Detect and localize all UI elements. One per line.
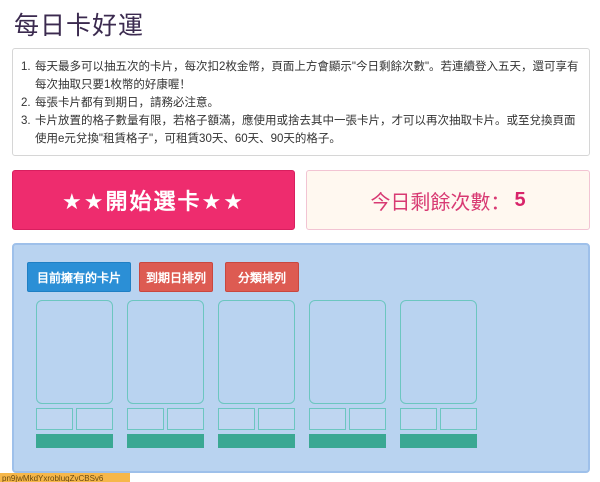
start-draw-label: ★★開始選卡★★	[62, 189, 245, 214]
tab-sort-by-expiry[interactable]: 到期日排列	[139, 262, 213, 292]
rules-list: 1. 每天最多可以抽五次的卡片，每次扣2枚金幣，頁面上方會顯示"今日剩餘次數"。…	[21, 58, 579, 148]
card-slot[interactable]	[400, 300, 477, 448]
card-status-bar	[309, 434, 386, 448]
card-slot[interactable]	[309, 300, 386, 448]
card-status-bar	[127, 434, 204, 448]
card-frame[interactable]	[127, 300, 204, 404]
rule-number: 1.	[21, 61, 31, 73]
card-action-row	[36, 408, 113, 430]
card-action-left[interactable]	[400, 408, 437, 430]
tab-expire-label: 到期日排列	[145, 270, 206, 285]
tab-owned-label: 目前擁有的卡片	[36, 270, 121, 285]
card-frame[interactable]	[309, 300, 386, 404]
card-action-right[interactable]	[76, 408, 113, 430]
card-frame[interactable]	[400, 300, 477, 404]
rule-item: 2. 每張卡片都有到期日，請務必注意。	[21, 94, 579, 112]
card-action-row	[218, 408, 295, 430]
card-action-row	[400, 408, 477, 430]
card-frame[interactable]	[36, 300, 113, 404]
start-draw-button[interactable]: ★★開始選卡★★	[12, 170, 295, 230]
card-action-left[interactable]	[36, 408, 73, 430]
tab-owned-cards[interactable]: 目前擁有的卡片	[27, 262, 131, 292]
rule-text: 卡片放置的格子數量有限，若格子額滿，應使用或捨去其中一張卡片，才可以再次抽取卡片…	[35, 115, 576, 145]
rule-text: 每張卡片都有到期日，請務必注意。	[35, 97, 219, 109]
page-title: 每日卡好運	[14, 12, 145, 40]
remaining-label: 今日剩餘次數：	[370, 191, 511, 214]
rule-text: 每天最多可以抽五次的卡片，每次扣2枚金幣，頁面上方會顯示"今日剩餘次數"。若連續…	[35, 61, 579, 91]
card-status-bar	[218, 434, 295, 448]
card-slot[interactable]	[218, 300, 295, 448]
rule-number: 2.	[21, 97, 31, 109]
card-action-right[interactable]	[258, 408, 295, 430]
card-action-right[interactable]	[349, 408, 386, 430]
card-slot[interactable]	[127, 300, 204, 448]
card-action-left[interactable]	[218, 408, 255, 430]
footer-tag: pn9jwMkdYxrobluqZvCBSv6	[0, 473, 130, 482]
rule-item: 3. 卡片放置的格子數量有限，若格子額滿，應使用或捨去其中一張卡片，才可以再次抽…	[21, 112, 579, 148]
card-action-row	[309, 408, 386, 430]
card-status-bar	[36, 434, 113, 448]
card-frame[interactable]	[218, 300, 295, 404]
card-area: 目前擁有的卡片 到期日排列 分類排列	[12, 243, 590, 473]
tab-sort-by-category[interactable]: 分類排列	[225, 262, 299, 292]
card-slot[interactable]	[36, 300, 113, 448]
footer-text: pn9jwMkdYxrobluqZvCBSv6	[2, 474, 104, 482]
rule-item: 1. 每天最多可以抽五次的卡片，每次扣2枚金幣，頁面上方會顯示"今日剩餘次數"。…	[21, 58, 579, 94]
card-action-left[interactable]	[309, 408, 346, 430]
tab-category-label: 分類排列	[237, 270, 286, 285]
rule-number: 3.	[21, 115, 31, 127]
card-action-right[interactable]	[167, 408, 204, 430]
remaining-count-panel: 今日剩餘次數： 5	[306, 170, 590, 230]
card-action-row	[127, 408, 204, 430]
card-action-left[interactable]	[127, 408, 164, 430]
card-action-right[interactable]	[440, 408, 477, 430]
rules-box: 1. 每天最多可以抽五次的卡片，每次扣2枚金幣，頁面上方會顯示"今日剩餘次數"。…	[12, 48, 590, 156]
card-status-bar	[400, 434, 477, 448]
remaining-count: 5	[514, 188, 526, 211]
